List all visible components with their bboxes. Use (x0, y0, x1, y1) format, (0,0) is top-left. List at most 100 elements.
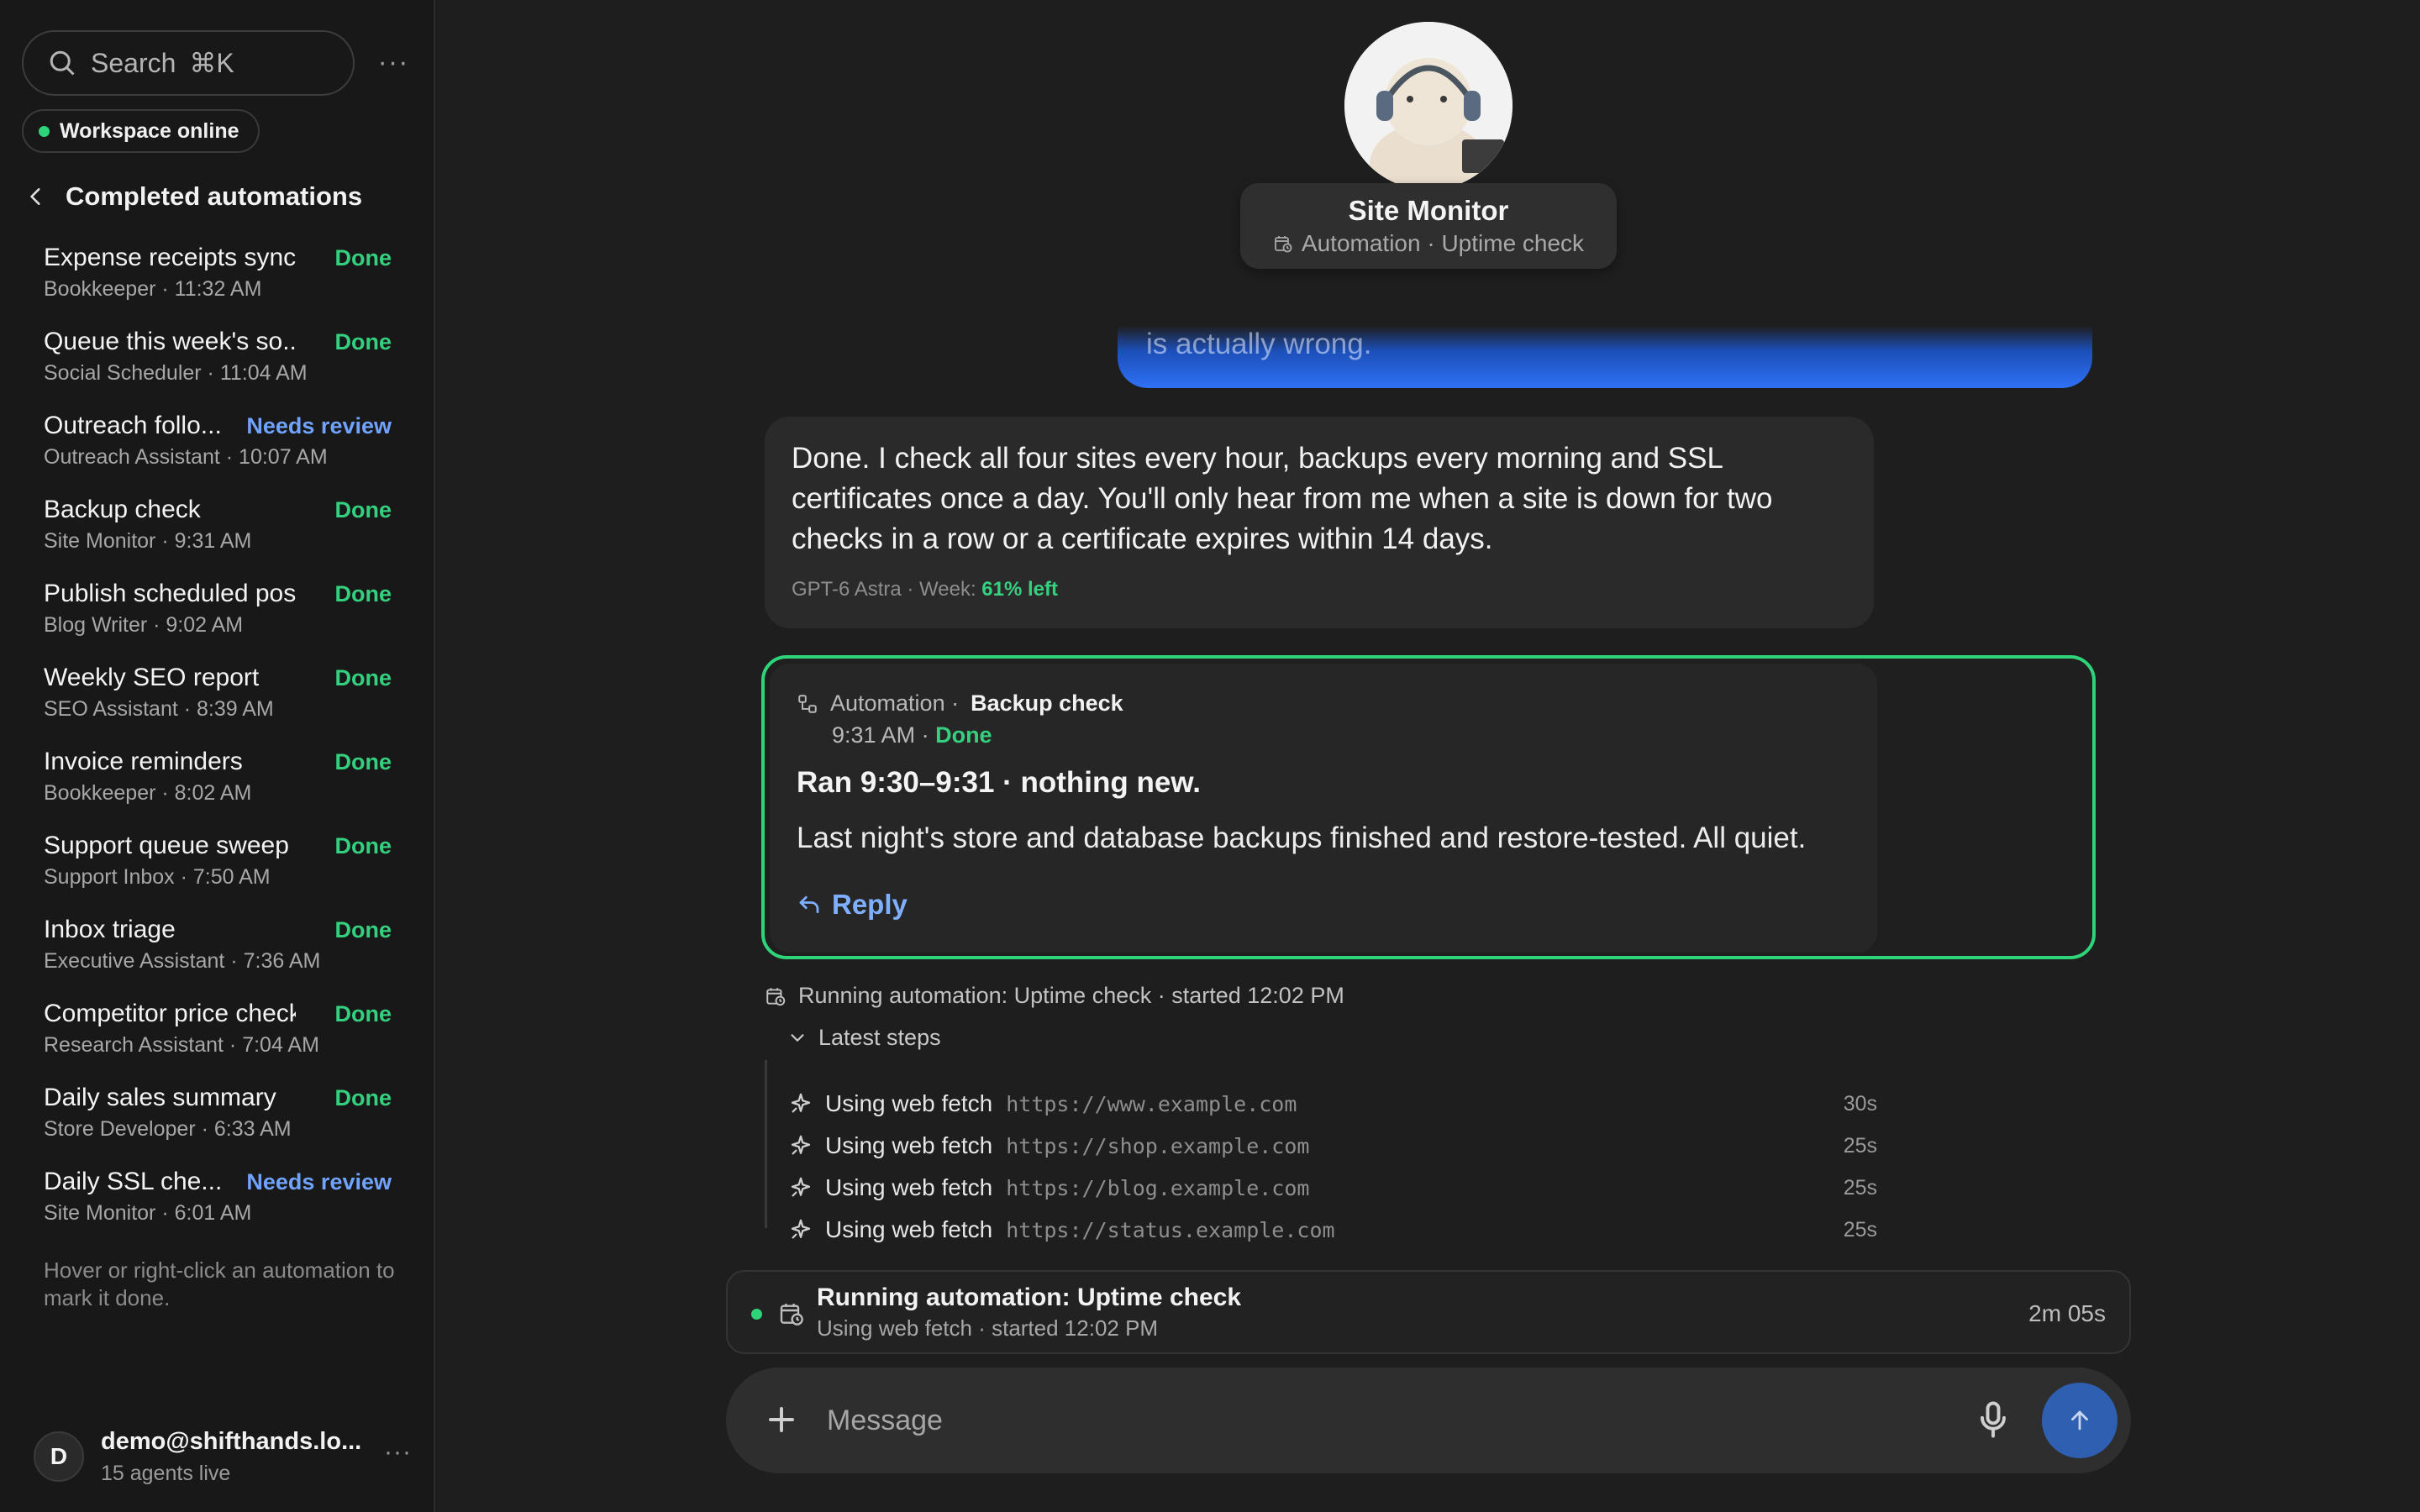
sparkle-tool-icon (791, 1135, 811, 1155)
agent-avatar (1344, 22, 1512, 190)
automation-title: Competitor price check (44, 1000, 296, 1027)
online-dot-icon (39, 125, 50, 137)
list-item[interactable]: Daily sales summary Store Developer · 6:3… (0, 1080, 435, 1164)
automation-card-time: 9:31 AM · Done (832, 722, 992, 748)
message-input[interactable] (827, 1399, 1919, 1441)
send-button[interactable] (2042, 1383, 2118, 1458)
status-badge: Done (334, 749, 392, 774)
automation-subtitle: SEO Assistant · 8:39 AM (44, 697, 274, 721)
list-item[interactable]: Invoice reminders Bookkeeper · 8:02 AM Don… (0, 744, 435, 828)
reply-button[interactable]: Reply (797, 889, 908, 921)
step-url: https://shop.example.com (1006, 1133, 1310, 1158)
agent-subtitle: Automation · Uptime check (1240, 230, 1617, 257)
status-badge: Done (334, 1085, 392, 1110)
agent-mascot-icon (1344, 22, 1512, 190)
model-usage-label: GPT-6 Astra · Week: (792, 578, 976, 601)
user-message-bubble: is actually wrong. (1118, 326, 2092, 388)
list-item[interactable]: Publish scheduled post Blog Writer · 9:02… (0, 576, 435, 660)
step-label: Using web fetch (825, 1090, 993, 1116)
automation-card-title: Ran 9:30–9:31 · nothing new. (797, 766, 1202, 799)
status-badge: Done (334, 1001, 392, 1026)
step-duration: 25s (1843, 1133, 1877, 1158)
sidebar-hint: Hover or right-click an automation to ma… (44, 1257, 395, 1310)
agent-subtitle-text: Automation · Uptime check (1301, 230, 1585, 256)
list-item[interactable]: Weekly SEO report SEO Assistant · 8:39 AM… (0, 660, 435, 744)
running-status-bar[interactable]: Running automation: Uptime check Using w… (726, 1270, 2131, 1354)
calendar-clock-icon (1275, 236, 1292, 253)
status-badge: Done (334, 833, 392, 858)
running-dot-icon (751, 1309, 762, 1320)
microphone-icon[interactable] (1971, 1398, 2015, 1441)
list-item[interactable]: Outreach follo... Outreach Assistant · 10… (0, 408, 435, 492)
status-bar-title: Running automation: Uptime check (817, 1284, 1242, 1311)
step-duration: 25s (1843, 1175, 1877, 1200)
automation-card-body: Last night's store and database backups … (797, 822, 1807, 854)
reply-icon (799, 895, 819, 914)
automation-title: Invoice reminders (44, 748, 243, 775)
automation-card-label: Automation · (830, 690, 960, 716)
list-item[interactable]: Support queue sweep Support Inbox · 7:50 … (0, 828, 435, 912)
status-badge: Done (935, 722, 992, 748)
workspace-status-badge: Workspace online (22, 109, 260, 153)
arrow-up-icon (2071, 1410, 2088, 1431)
list-item[interactable]: Daily SSL che... Site Monitor · 6:01 AM Ne… (0, 1164, 435, 1248)
message-meta: GPT-6 Astra · Week: 61% left (792, 578, 1058, 601)
workflow-icon (798, 694, 817, 713)
list-item[interactable]: Backup check Site Monitor · 9:31 AM Done (0, 492, 435, 576)
automation-time: 9:31 AM · (832, 722, 929, 748)
status-bar-subtitle: Using web fetch · started 12:02 PM (817, 1315, 1159, 1341)
user-account[interactable]: D demo@shifthands.lo... 15 agents live ·… (34, 1428, 412, 1487)
step-row: Using web fetch https://www.example.com 30… (788, 1087, 1877, 1121)
more-options-icon[interactable]: ··· (384, 1438, 412, 1467)
list-item[interactable]: Queue this week's so... Social Scheduler … (0, 324, 435, 408)
automation-result-card[interactable]: Automation · Backup check 9:31 AM · Done… (761, 655, 2096, 959)
automation-title: Inbox triage (44, 916, 176, 943)
automation-title: Support queue sweep (44, 832, 289, 859)
automation-title: Publish scheduled post (44, 580, 296, 607)
latest-steps-label: Latest steps (818, 1025, 941, 1050)
automation-card-header: Automation · Backup check (797, 690, 1123, 717)
calendar-clock-icon (766, 987, 786, 1005)
latest-steps-toggle[interactable]: Latest steps (788, 1025, 941, 1051)
user-message-text: is actually wrong. (1146, 328, 1372, 360)
status-badge: Done (334, 497, 392, 522)
step-label: Using web fetch (825, 1132, 993, 1158)
user-email: demo@shifthands.lo... (101, 1428, 362, 1455)
step-row: Using web fetch https://blog.example.com 2… (788, 1171, 1877, 1205)
steps-divider (765, 1060, 767, 1228)
list-item[interactable]: Expense receipts sync Bookkeeper · 11:32 … (0, 240, 435, 324)
automation-title: Daily sales summary (44, 1084, 276, 1111)
more-options-icon[interactable]: ··· (375, 44, 412, 81)
step-row: Using web fetch https://status.example.co… (788, 1213, 1877, 1247)
list-item[interactable]: Inbox triage Executive Assistant · 7:36 A… (0, 912, 435, 996)
step-label: Using web fetch (825, 1216, 993, 1242)
agent-name: Site Monitor (1348, 195, 1509, 226)
automation-subtitle: Site Monitor · 6:01 AM (44, 1201, 252, 1225)
automation-subtitle: Site Monitor · 9:31 AM (44, 529, 252, 553)
status-badge: Done (334, 245, 392, 270)
chevron-left-icon[interactable] (25, 186, 47, 207)
plus-icon[interactable] (760, 1398, 803, 1441)
automation-subtitle: Support Inbox · 7:50 AM (44, 865, 271, 889)
section-header[interactable]: Completed automations (25, 178, 362, 215)
step-url: https://status.example.com (1006, 1217, 1335, 1242)
usage-remaining: 61% left (981, 578, 1058, 601)
search-shortcut: ⌘K (189, 48, 234, 78)
list-item[interactable]: Competitor price check Research Assistant… (0, 996, 435, 1080)
sparkle-tool-icon (791, 1093, 811, 1113)
status-badge: Done (334, 917, 392, 942)
search-label: Search (91, 47, 176, 78)
automation-subtitle: Store Developer · 6:33 AM (44, 1117, 292, 1141)
sparkle-tool-icon (791, 1219, 811, 1239)
agent-header-card[interactable]: Site Monitor Automation · Uptime check (1240, 183, 1617, 269)
automation-list: Expense receipts sync Bookkeeper · 11:32 … (0, 240, 435, 1248)
sidebar: Search ⌘K ··· Workspace online Completed… (0, 0, 435, 1512)
automation-title: Expense receipts sync (44, 244, 296, 271)
status-badge: Needs review (246, 1169, 392, 1194)
search-input[interactable]: Search ⌘K (22, 30, 355, 96)
reply-label: Reply (832, 889, 908, 920)
step-duration: 30s (1843, 1091, 1877, 1116)
running-automation-line: Running automation: Uptime check · start… (765, 983, 1344, 1009)
automation-subtitle: Blog Writer · 9:02 AM (44, 613, 244, 637)
avatar[interactable]: D (34, 1431, 84, 1482)
